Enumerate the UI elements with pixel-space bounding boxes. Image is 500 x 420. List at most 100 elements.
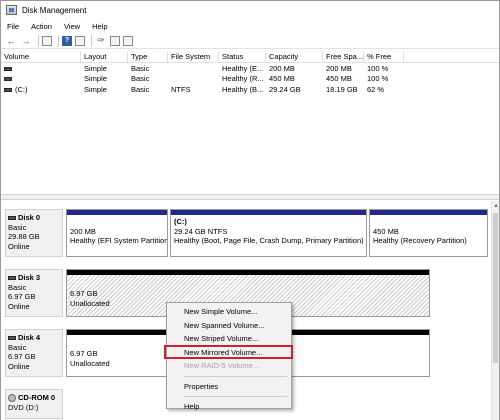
disk-size: 6.97 GB: [8, 292, 36, 301]
partition-status: Healthy (Recovery Partition): [373, 236, 467, 245]
column-header-file-system[interactable]: File System: [168, 50, 219, 63]
disk-info-4[interactable]: Disk 4 Basic 6.97 GB Online: [5, 329, 63, 377]
menu-file[interactable]: File: [1, 22, 25, 31]
status-cell: Healthy (R...: [222, 74, 264, 84]
disk-name-label: Disk 3: [18, 273, 41, 282]
free-space-cell: 200 MB: [326, 63, 352, 73]
percent-free-cell: 100 %: [367, 63, 389, 73]
disk-name-label: Disk 4: [18, 333, 41, 342]
column-header-capacity[interactable]: Capacity: [266, 50, 323, 63]
partition-size: 200 MB: [70, 226, 96, 236]
disk-info-3[interactable]: Disk 3 Basic 6.97 GB Online: [5, 269, 63, 317]
cd-rom-icon: [8, 393, 16, 402]
disk-pane-scrollbar[interactable]: ▲: [491, 201, 499, 420]
volume-name: (C:): [15, 84, 28, 94]
properties-icon[interactable]: [75, 35, 85, 46]
partition-label: [70, 217, 164, 227]
toolbar-separator: [91, 34, 92, 47]
volume-cell: [1, 64, 81, 73]
table-row[interactable]: Simple Basic Healthy (E... 200 MB 200 MB…: [1, 63, 499, 74]
volume-icon: [4, 87, 12, 92]
help-icon[interactable]: ?: [62, 35, 72, 46]
layout-cell: Simple: [84, 74, 107, 84]
scroll-up-arrow-icon[interactable]: ▲: [493, 203, 499, 209]
partition-size: 450 MB: [373, 226, 399, 236]
disk-management-window: Disk Management File Action View Help ← …: [0, 0, 500, 420]
percent-free-cell: 100 %: [367, 74, 389, 84]
percent-free-cell: 62 %: [367, 84, 385, 94]
disk-size: 6.97 GB: [8, 352, 36, 361]
disk-status: Online: [8, 361, 30, 371]
free-space-cell: 450 MB: [326, 74, 352, 84]
column-header-type[interactable]: Type: [128, 50, 168, 63]
volume-list-table: Volume Layout Type File System Status Ca…: [1, 50, 499, 95]
disk-list-icon[interactable]: [110, 35, 120, 46]
layout-cell: Simple: [84, 84, 107, 94]
partition-list: 200 MB Healthy (EFI System Partition) (C…: [66, 209, 490, 257]
menu-item-properties[interactable]: Properties: [167, 380, 291, 394]
partition-size: 29.24 GB NTFS: [174, 226, 228, 236]
forward-arrow-icon[interactable]: →: [20, 35, 32, 47]
column-header-layout[interactable]: Layout: [81, 50, 128, 63]
capacity-cell: 29.24 GB: [269, 84, 301, 94]
disk-type: Basic: [8, 342, 27, 352]
rescan-icon[interactable]: ✑: [95, 35, 107, 47]
disk-name-label: CD-ROM 0: [18, 393, 56, 402]
settings-icon[interactable]: [123, 35, 133, 46]
scrollbar-thumb[interactable]: [493, 213, 498, 363]
partition-status: Healthy (Boot, Page File, Crash Dump, Pr…: [174, 236, 364, 245]
disk-icon: [8, 215, 16, 220]
disk-name-label: Disk 0: [18, 213, 41, 222]
disk-info-cdrom[interactable]: CD-ROM 0 DVD (D:): [5, 389, 63, 419]
menu-item-help[interactable]: Help: [167, 400, 291, 414]
type-cell: Basic: [131, 63, 150, 73]
disk-icon: [8, 275, 16, 280]
toolbar-separator: [58, 34, 59, 47]
disk-info-0[interactable]: Disk 0 Basic 29.88 GB Online: [5, 209, 63, 257]
toolbar: ← → ? ✑: [1, 33, 499, 49]
menu-item-new-raid5-volume: New RAID-5 Volume...: [184, 361, 260, 370]
table-row[interactable]: (C:) Simple Basic NTFS Healthy (B... 29.…: [1, 84, 499, 95]
partition-text: 450 MB Healthy (Recovery Partition): [370, 215, 487, 248]
menu-action[interactable]: Action: [25, 22, 58, 31]
partition-label: [373, 217, 484, 227]
volume-icon: [4, 66, 12, 71]
pane-splitter[interactable]: [1, 194, 499, 200]
disk-type: Basic: [8, 222, 27, 232]
column-header-free-space[interactable]: Free Spa...: [323, 50, 364, 63]
menu-separator: [184, 375, 287, 377]
disk-name: Disk 4: [8, 333, 60, 343]
status-cell: Healthy (B...: [222, 84, 264, 94]
context-menu: New Simple Volume... New Spanned Volume.…: [164, 302, 293, 411]
column-header-status[interactable]: Status: [219, 50, 266, 63]
partition-efi[interactable]: 200 MB Healthy (EFI System Partition): [66, 209, 168, 257]
partition-status: Healthy (EFI System Partition): [70, 236, 168, 245]
partition-recovery[interactable]: 450 MB Healthy (Recovery Partition): [369, 209, 488, 257]
partition-text: (C:) 29.24 GB NTFS Healthy (Boot, Page F…: [171, 215, 366, 248]
menu-item-new-simple-volume[interactable]: New Simple Volume...: [167, 305, 291, 319]
menu-help[interactable]: Help: [86, 22, 113, 31]
disk-name: Disk 0: [8, 213, 60, 223]
partition-c-drive[interactable]: (C:) 29.24 GB NTFS Healthy (Boot, Page F…: [170, 209, 367, 257]
menu-item-new-spanned-volume[interactable]: New Spanned Volume...: [167, 319, 291, 333]
disk-status: Online: [8, 241, 30, 251]
table-row[interactable]: Simple Basic Healthy (R... 450 MB 450 MB…: [1, 74, 499, 85]
title-bar: Disk Management: [1, 1, 499, 19]
menu-item-new-striped-volume[interactable]: New Striped Volume...: [167, 332, 291, 346]
column-header-volume[interactable]: Volume: [1, 50, 81, 63]
disk-type: Basic: [8, 282, 27, 292]
window-title: Disk Management: [22, 5, 87, 15]
menu-view[interactable]: View: [58, 22, 86, 31]
column-header-percent-free[interactable]: % Free: [364, 50, 404, 63]
volume-cell: [1, 74, 81, 83]
partition-label: (C:): [174, 217, 187, 226]
table-header: Volume Layout Type File System Status Ca…: [1, 50, 499, 63]
layout-cell: Simple: [84, 63, 107, 73]
mirrored-volume-highlight-box: [164, 345, 293, 359]
capacity-cell: 450 MB: [269, 74, 295, 84]
status-cell: Healthy (E...: [222, 63, 264, 73]
disk-name: CD-ROM 0: [8, 393, 60, 403]
back-arrow-icon[interactable]: ←: [5, 35, 17, 47]
console-tree-icon[interactable]: [42, 35, 52, 46]
disk-icon: [8, 335, 16, 340]
